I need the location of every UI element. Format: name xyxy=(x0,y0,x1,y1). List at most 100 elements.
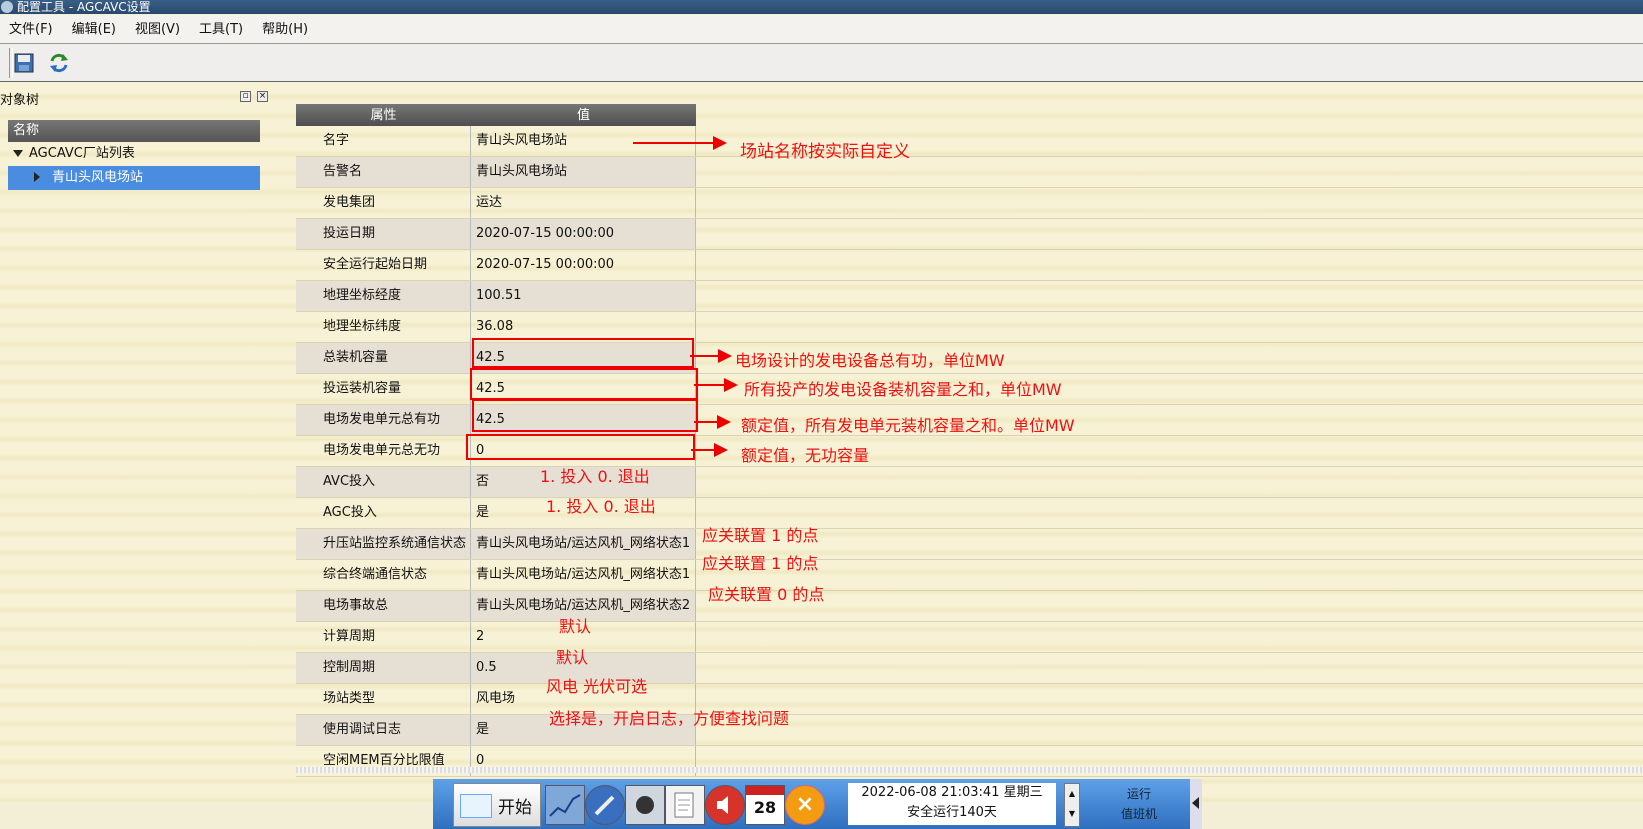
toolbar xyxy=(0,44,1643,82)
property-value[interactable]: 2020-07-15 00:00:00 xyxy=(471,250,696,280)
grid-row[interactable]: 控制周期 0.5 xyxy=(296,653,1643,684)
menu-bar: 文件(F) 编辑(E) 视图(V) 工具(T) 帮助(H) xyxy=(0,15,1643,44)
menu-edit[interactable]: 编辑(E) xyxy=(72,15,116,45)
tree-column-header[interactable]: 名称 xyxy=(8,120,260,142)
property-value[interactable]: 青山头风电场站 xyxy=(471,126,696,156)
grid-row[interactable]: 电场事故总 青山头风电场站/运达风机_网络状态2 xyxy=(296,591,1643,622)
start-computer-icon xyxy=(460,794,492,818)
tree-node-selected[interactable]: 青山头风电场站 xyxy=(8,166,260,190)
annotation-arrow xyxy=(691,443,728,457)
grid-row[interactable]: 告警名 青山头风电场站 xyxy=(296,157,1643,188)
clock-panel: 2022-06-08 21:03:41 星期三 安全运行140天 xyxy=(848,783,1056,825)
close-circle-icon[interactable]: × xyxy=(785,785,825,825)
property-name: 地理坐标纬度 xyxy=(296,312,471,342)
property-value[interactable]: 运达 xyxy=(471,188,696,218)
tree-node-label: 青山头风电场站 xyxy=(52,170,144,185)
annotation-text: 1. 投入 0. 退出 xyxy=(540,467,650,486)
annotation-text: 应关联置 0 的点 xyxy=(708,585,825,604)
spin-down-icon[interactable]: ▼ xyxy=(1065,804,1079,824)
property-name: 电场事故总 xyxy=(296,591,471,621)
status-duty: 值班机 xyxy=(1120,807,1157,821)
object-tree: 名称 AGCAVC厂站列表 青山头风电场站 xyxy=(8,120,260,792)
horizontal-scrollbar[interactable] xyxy=(296,767,1643,773)
annotation-text: 电场设计的发电设备总有功，单位MW xyxy=(735,351,1005,370)
annotation-text: 选择是，开启日志，方便查找问题 xyxy=(549,709,790,728)
save-icon[interactable] xyxy=(13,52,35,74)
tools-icon[interactable] xyxy=(585,785,625,825)
property-name: 升压站监控系统通信状态 xyxy=(296,529,471,559)
menu-file[interactable]: 文件(F) xyxy=(9,15,53,45)
close-panel-icon[interactable]: × xyxy=(257,91,268,102)
refresh-icon[interactable] xyxy=(48,52,70,74)
start-label: 开始 xyxy=(498,798,532,818)
property-value[interactable]: 100.51 xyxy=(471,281,696,311)
annotation-text: 1. 投入 0. 退出 xyxy=(546,497,656,516)
grid-row[interactable]: 安全运行起始日期 2020-07-15 00:00:00 xyxy=(296,250,1643,281)
highlight-box-commissioned-capacity xyxy=(470,368,698,400)
property-value[interactable]: 青山头风电场站/运达风机_网络状态1 xyxy=(471,529,696,559)
grid-row[interactable]: 场站类型 风电场 xyxy=(296,684,1643,715)
taskbar: 开始 28 × 2022-06-08 21:03:41 星期三 安全运行140天… xyxy=(433,779,1202,829)
property-value[interactable]: 青山头风电场站 xyxy=(471,157,696,187)
calendar-top xyxy=(746,786,784,795)
header-value[interactable]: 值 xyxy=(471,104,696,128)
annotation-arrow xyxy=(690,349,732,363)
grid-row[interactable]: AGC投入是 xyxy=(296,498,1643,529)
clock-spinner[interactable]: ▲ ▼ xyxy=(1064,783,1080,827)
property-name: 投运日期 xyxy=(296,219,471,249)
status-run: 运行 xyxy=(1126,787,1151,801)
property-name: 总装机容量 xyxy=(296,343,471,373)
grid-row[interactable]: 发电集团 运达 xyxy=(296,188,1643,219)
annotation-text: 应关联置 1 的点 xyxy=(702,526,819,545)
uptime-text: 安全运行140天 xyxy=(907,805,997,820)
tree-root-node[interactable]: AGCAVC厂站列表 xyxy=(8,142,260,166)
grid-row[interactable]: 升压站监控系统通信状态 青山头风电场站/运达风机_网络状态1 xyxy=(296,529,1643,560)
annotation-text: 默认 xyxy=(556,648,589,667)
property-value[interactable]: 青山头风电场站/运达风机_网络状态1 xyxy=(471,560,696,590)
menu-tools[interactable]: 工具(T) xyxy=(199,15,243,45)
calendar-icon[interactable]: 28 xyxy=(745,785,785,825)
speaker-icon[interactable] xyxy=(705,785,745,825)
grid-row[interactable]: AVC投入否 xyxy=(296,467,1643,498)
taskbar-collapse-icon[interactable] xyxy=(1190,779,1202,829)
property-name: 发电集团 xyxy=(296,188,471,218)
grid-row[interactable]: 计算周期 2 xyxy=(296,622,1643,653)
menu-help[interactable]: 帮助(H) xyxy=(262,15,308,45)
window-title: 配置工具 - AGCAVC设置 xyxy=(17,0,151,14)
highlight-box-total-active xyxy=(472,399,698,432)
tree-panel-title: 对象树 xyxy=(0,93,40,108)
spin-up-icon[interactable]: ▲ xyxy=(1065,784,1079,804)
start-button[interactable]: 开始 xyxy=(453,783,541,827)
tree-root-label: AGCAVC厂站列表 xyxy=(29,146,135,161)
grid-row[interactable]: 使用调试日志是 xyxy=(296,715,1643,746)
property-name: 名字 xyxy=(296,126,471,156)
annotation-arrow xyxy=(633,136,727,150)
grid-row[interactable]: 地理坐标经度 100.51 xyxy=(296,281,1643,312)
annotation-arrow xyxy=(694,415,731,429)
property-name: 场站类型 xyxy=(296,684,471,714)
annotation-text: 额定值，所有发电单元装机容量之和。单位MW xyxy=(741,416,1075,435)
grid-row[interactable]: 投运日期 2020-07-15 00:00:00 xyxy=(296,219,1643,250)
expanded-triangle-icon[interactable] xyxy=(13,150,23,157)
property-name: 控制周期 xyxy=(296,653,471,683)
annotation-arrow xyxy=(694,378,738,392)
orb-icon[interactable] xyxy=(625,785,665,825)
annotation-text: 应关联置 1 的点 xyxy=(702,554,819,573)
chart-icon[interactable] xyxy=(545,785,585,825)
float-panel-icon[interactable]: ▫ xyxy=(240,91,251,102)
status-panel: 运行 值班机 xyxy=(1089,784,1189,824)
tree-panel-header: 对象树 ▫ × xyxy=(0,88,270,108)
property-value[interactable]: 2020-07-15 00:00:00 xyxy=(471,219,696,249)
property-name: 安全运行起始日期 xyxy=(296,250,471,280)
annotation-text: 场站名称按实际自定义 xyxy=(740,142,910,162)
notepad-icon[interactable] xyxy=(665,785,705,825)
menu-view[interactable]: 视图(V) xyxy=(135,15,180,45)
grid-row[interactable]: 名字 青山头风电场站 xyxy=(296,126,1643,157)
header-property[interactable]: 属性 xyxy=(296,104,471,128)
grid-row[interactable]: 综合终端通信状态 青山头风电场站/运达风机_网络状态1 xyxy=(296,560,1643,591)
collapsed-triangle-icon[interactable] xyxy=(34,172,40,182)
grid-header: 属性 值 xyxy=(296,104,696,126)
property-name: AGC投入 xyxy=(296,498,471,528)
property-name: 使用调试日志 xyxy=(296,715,471,745)
datetime-text: 2022-06-08 21:03:41 星期三 xyxy=(861,785,1043,800)
